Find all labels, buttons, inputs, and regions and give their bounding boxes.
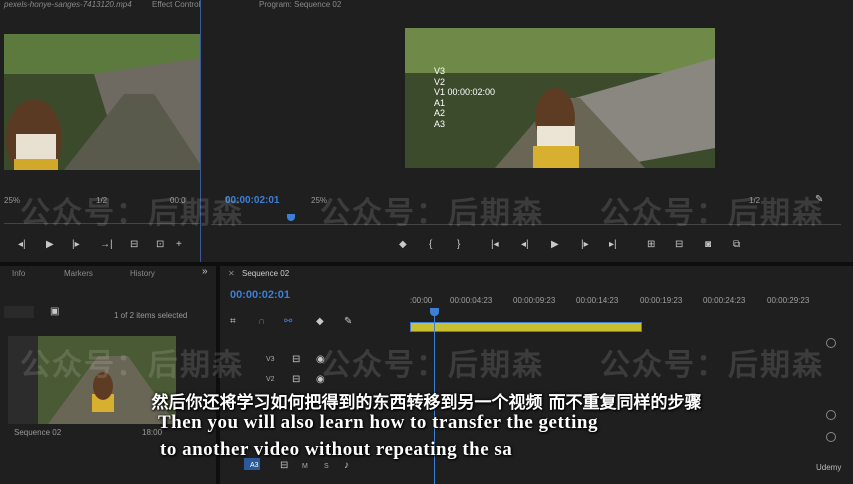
- tab-markers[interactable]: Markers: [64, 269, 93, 278]
- source-clip-tab[interactable]: pexels-honye-sanges-7413120.mp4: [4, 0, 132, 9]
- thumb-label: Sequence 02: [14, 428, 62, 437]
- new-bin-icon[interactable]: ▣: [50, 306, 59, 318]
- track-v3-sync-icon[interactable]: ⊟: [292, 354, 300, 366]
- mute-button[interactable]: M: [302, 463, 308, 470]
- overlay-v2: V2: [434, 76, 446, 87]
- scroll-handle-low[interactable]: [826, 432, 836, 442]
- subtitle-english-line1: Then you will also learn how to transfer…: [158, 412, 598, 433]
- track-v2-sync-icon[interactable]: ⊟: [292, 374, 300, 386]
- playhead-marker[interactable]: [287, 214, 295, 221]
- ruler-mark: 00:00:24:23: [703, 296, 746, 305]
- camera-icon[interactable]: ◙: [705, 239, 711, 251]
- nest-icon[interactable]: ⌗: [230, 316, 236, 328]
- overlay-a1: A1: [434, 97, 446, 108]
- solo-button[interactable]: S: [324, 463, 329, 470]
- tab-info[interactable]: Info: [12, 269, 25, 278]
- ruler-mark: 00:00:29:23: [767, 296, 810, 305]
- ruler-mark: 00:00:09:23: [513, 296, 556, 305]
- play-icon[interactable]: ▶: [46, 239, 54, 251]
- step-forward-icon[interactable]: |▸: [72, 239, 80, 251]
- ruler-mark: 00:00:04:23: [450, 296, 493, 305]
- overlay-a3: A3: [434, 118, 446, 129]
- add-marker-icon[interactable]: ◆: [316, 316, 324, 328]
- step-forward-program-icon[interactable]: |▸: [581, 239, 589, 251]
- marker-icon[interactable]: ◆: [399, 239, 407, 251]
- program-overlay-info: V3 V2 V1 00:00:02:00 A1 A2 A3: [434, 66, 495, 129]
- program-tab[interactable]: Program: Sequence 02: [259, 0, 341, 9]
- subtitle-english-line2: to another video without repeating the s…: [160, 439, 513, 460]
- scroll-handle-top[interactable]: [826, 338, 836, 348]
- go-to-in-icon[interactable]: |◂: [491, 239, 499, 251]
- ruler-mark: 00:00:14:23: [576, 296, 619, 305]
- ruler-mark: 00:00:19:23: [640, 296, 683, 305]
- go-to-out-icon[interactable]: ▸|: [609, 239, 617, 251]
- source-zoom[interactable]: 25%: [4, 196, 20, 205]
- track-v3[interactable]: V3: [266, 356, 275, 363]
- watermark-top-2: 公众号：后期森: [320, 196, 544, 231]
- mark-in-icon[interactable]: {: [429, 239, 432, 251]
- items-count: 1 of 2 items selected: [114, 311, 188, 320]
- lift-icon[interactable]: ⊞: [647, 239, 655, 251]
- snap-icon[interactable]: ∩: [258, 316, 265, 328]
- timeline-timecode[interactable]: 00:00:02:01: [230, 289, 290, 301]
- overlay-a2: A2: [434, 108, 446, 118]
- track-a3[interactable]: A3: [250, 462, 259, 469]
- udemy-logo: Udemy: [816, 463, 842, 472]
- effect-controls-tab[interactable]: Effect Controls: [152, 0, 204, 9]
- tab-history[interactable]: History: [130, 269, 155, 278]
- track-a3-sync-icon[interactable]: ⊟: [280, 460, 288, 472]
- compare-icon[interactable]: ⧉: [733, 239, 740, 251]
- step-back-program-icon[interactable]: ◂|: [521, 239, 529, 251]
- overwrite-icon[interactable]: ⊟: [130, 239, 138, 251]
- work-area-bar[interactable]: [410, 322, 642, 332]
- ruler-mark: :00:00: [410, 296, 433, 305]
- source-video-frame: [4, 34, 228, 170]
- export-frame-icon[interactable]: ⊡: [156, 239, 164, 251]
- extract-icon[interactable]: ⊟: [675, 239, 683, 251]
- play-program-icon[interactable]: ▶: [551, 239, 559, 251]
- watermark-top-3: 公众号：后期森: [600, 196, 824, 231]
- watermark-mid-3: 公众号：后期森: [600, 348, 824, 383]
- time-ruler[interactable]: :00:00 00:00:04:23 00:00:09:23 00:00:14:…: [410, 296, 840, 310]
- insert-icon[interactable]: →|: [100, 239, 113, 251]
- add-icon[interactable]: +: [176, 239, 182, 251]
- timeline-close-icon[interactable]: ✕: [228, 269, 235, 278]
- track-v2[interactable]: V2: [266, 376, 275, 383]
- watermark-top: 公众号：后期森: [20, 196, 244, 231]
- mark-out-icon[interactable]: }: [457, 239, 460, 251]
- linked-selection-icon[interactable]: ⚯: [284, 316, 292, 328]
- overlay-v3: V3: [434, 66, 446, 76]
- watermark-mid-2: 公众号：后期森: [320, 348, 544, 383]
- project-search-input[interactable]: [4, 306, 34, 318]
- subtitle-chinese: 然后你还将学习如何把得到的东西转移到另一个视频 而不重复同样的步骤: [151, 393, 702, 413]
- playhead-head[interactable]: [430, 308, 439, 316]
- timeline-settings-icon[interactable]: ✎: [344, 316, 352, 328]
- step-back-icon[interactable]: ◂|: [18, 239, 26, 251]
- timeline-tab[interactable]: Sequence 02: [242, 269, 289, 278]
- microphone-icon[interactable]: ♪: [344, 460, 349, 472]
- watermark-mid: 公众号：后期森: [20, 348, 244, 383]
- panel-menu-icon[interactable]: »: [202, 266, 208, 278]
- overlay-v1: V1 00:00:02:00: [434, 87, 496, 97]
